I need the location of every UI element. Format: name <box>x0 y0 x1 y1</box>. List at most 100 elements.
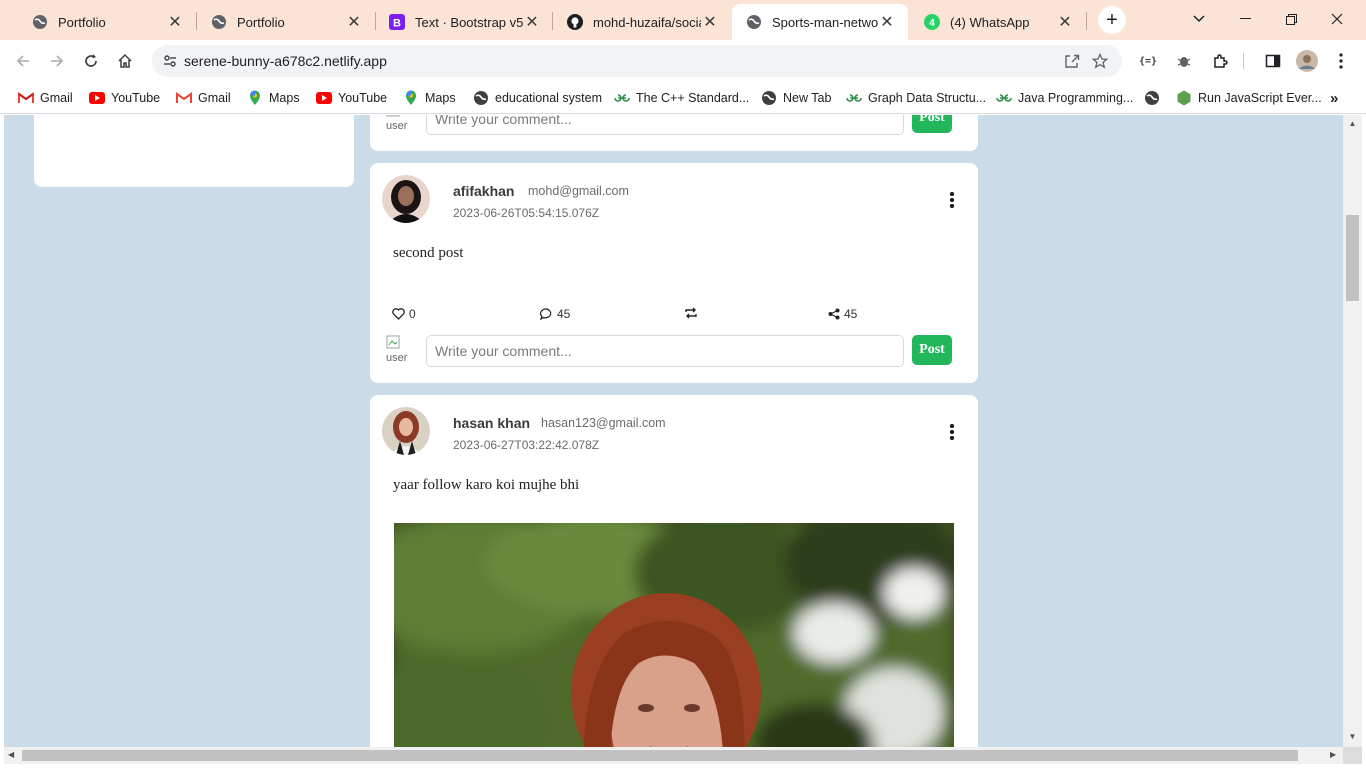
address-bar[interactable]: serene-bunny-a678c2.netlify.app <box>152 45 1122 77</box>
comment-input[interactable]: Write your comment... <box>426 335 904 367</box>
profile-button[interactable] <box>1292 46 1322 76</box>
arrow-left-icon <box>16 55 29 67</box>
globe-icon <box>32 14 48 30</box>
post-options-menu-icon[interactable] <box>944 422 960 442</box>
repost-button[interactable] <box>684 307 698 319</box>
bookmark-java-programming[interactable]: Java Programming... <box>996 88 1133 108</box>
chrome-menu-button[interactable] <box>1326 46 1356 76</box>
close-icon[interactable]: ✕ <box>166 13 184 31</box>
bookmark-maps-2[interactable]: Maps <box>403 88 456 108</box>
scroll-left-arrow-icon[interactable]: ◀ <box>8 750 19 761</box>
bookmark-cpp-standard[interactable]: The C++ Standard... <box>614 88 749 108</box>
braces-icon: {=} <box>1138 55 1158 67</box>
tab-whatsapp[interactable]: 4 (4) WhatsApp ✕ <box>910 4 1086 40</box>
scroll-right-arrow-icon[interactable]: ▶ <box>1330 750 1341 761</box>
bookmark-label: Maps <box>269 91 300 105</box>
globe-icon <box>473 90 489 106</box>
bookmark-run-javascript[interactable]: Run JavaScript Ever... <box>1176 88 1322 108</box>
tab-separator <box>1086 12 1087 30</box>
tab-portfolio-1[interactable]: Portfolio ✕ <box>18 4 196 40</box>
bookmark-label: Maps <box>425 91 456 105</box>
site-settings-icon[interactable] <box>160 51 180 71</box>
bookmark-untitled[interactable] <box>1144 88 1166 108</box>
back-button[interactable] <box>8 46 38 76</box>
close-icon[interactable]: ✕ <box>345 13 363 31</box>
close-icon[interactable]: ✕ <box>701 13 719 31</box>
bookmarks-overflow-button[interactable]: » <box>1330 88 1338 108</box>
tab-sports-man-network[interactable]: Sports-man-networ ✕ <box>732 4 908 40</box>
post-username[interactable]: afifakhan <box>453 183 514 199</box>
share-icon[interactable] <box>1058 47 1086 75</box>
post-text: second post <box>393 245 464 261</box>
home-button[interactable] <box>110 46 140 76</box>
tab-strip: Portfolio ✕ Portfolio ✕ B Text · Bootstr… <box>0 0 1366 40</box>
tab-bootstrap[interactable]: B Text · Bootstrap v5.0 ✕ <box>375 4 553 40</box>
side-panel-button[interactable] <box>1258 46 1288 76</box>
chevron-down-icon <box>1193 15 1205 23</box>
horizontal-scrollbar-thumb[interactable] <box>22 750 1298 761</box>
new-tab-button[interactable]: + <box>1098 6 1126 34</box>
post-comment-button[interactable]: Post <box>912 115 952 133</box>
bookmark-maps[interactable]: Maps <box>247 88 300 108</box>
maps-icon <box>403 90 419 106</box>
close-icon[interactable]: ✕ <box>878 13 896 31</box>
bookmark-new-tab[interactable]: New Tab <box>761 88 831 108</box>
close-icon <box>1331 13 1343 25</box>
bug-extension-button[interactable] <box>1169 46 1199 76</box>
home-icon <box>118 53 132 68</box>
extensions-button[interactable] <box>1205 46 1235 76</box>
tab-portfolio-2[interactable]: Portfolio ✕ <box>197 4 375 40</box>
bookmark-educational-system[interactable]: educational system <box>473 88 602 108</box>
bookmark-gmail[interactable]: Gmail <box>18 88 73 108</box>
close-icon[interactable]: ✕ <box>1056 13 1074 31</box>
close-icon[interactable]: ✕ <box>523 13 541 31</box>
side-panel-icon <box>1265 54 1281 68</box>
bug-icon <box>1177 57 1191 67</box>
bookmark-graph-data-structure[interactable]: Graph Data Structu... <box>846 88 986 108</box>
bookmark-label: YouTube <box>338 91 388 105</box>
avatar[interactable] <box>382 407 430 455</box>
url-text[interactable]: serene-bunny-a678c2.netlify.app <box>184 53 1058 69</box>
heart-icon <box>392 308 405 320</box>
share-button[interactable]: 45 <box>828 307 857 321</box>
vertical-scrollbar-thumb[interactable] <box>1346 215 1359 301</box>
globe-icon <box>1144 90 1160 106</box>
youtube-icon <box>89 90 105 106</box>
comment-input[interactable]: Write your comment... <box>426 115 904 135</box>
horizontal-scrollbar[interactable]: ◀ ▶ <box>4 747 1343 764</box>
nodejs-icon <box>1176 90 1192 106</box>
bookmark-gmail-2[interactable]: Gmail <box>176 88 231 108</box>
tab-github[interactable]: mohd-huzaifa/socia ✕ <box>553 4 731 40</box>
user-avatar-broken-image: user <box>386 115 416 133</box>
forward-button[interactable] <box>42 46 72 76</box>
vertical-scrollbar[interactable]: ▲ ▼ <box>1343 115 1362 747</box>
bookmark-youtube[interactable]: YouTube <box>89 88 160 108</box>
share-icon <box>828 308 840 320</box>
avatar[interactable] <box>382 175 430 223</box>
gmail-icon <box>18 90 34 106</box>
scroll-down-arrow-icon[interactable]: ▼ <box>1347 732 1358 743</box>
comment-row: user Write your comment... Post <box>384 335 954 367</box>
post-username[interactable]: hasan khan <box>453 415 530 431</box>
json-viewer-extension-button[interactable]: {=} <box>1133 46 1163 76</box>
like-button[interactable]: 0 <box>392 307 416 321</box>
post-email: hasan123@gmail.com <box>541 416 666 430</box>
close-window-button[interactable] <box>1314 4 1360 34</box>
bookmark-star-icon[interactable] <box>1086 47 1114 75</box>
reload-icon <box>85 54 97 67</box>
minimize-button[interactable] <box>1222 4 1268 34</box>
bookmark-youtube-2[interactable]: YouTube <box>316 88 387 108</box>
reload-button[interactable] <box>76 46 106 76</box>
scroll-up-arrow-icon[interactable]: ▲ <box>1347 119 1358 130</box>
post-card: afifakhan mohd@gmail.com 2023-06-26T05:5… <box>370 163 978 383</box>
restore-button[interactable] <box>1268 4 1314 34</box>
bookmark-label: Gmail <box>40 91 73 105</box>
svg-text:4: 4 <box>929 18 935 29</box>
bookmark-label: Gmail <box>198 91 231 105</box>
post-image[interactable] <box>394 523 954 747</box>
post-comment-button[interactable]: Post <box>912 335 952 365</box>
post-options-menu-icon[interactable] <box>944 190 960 210</box>
tab-search-button[interactable] <box>1176 4 1222 34</box>
bookmark-label: educational system <box>495 91 603 105</box>
comment-button[interactable]: 45 <box>540 307 570 321</box>
